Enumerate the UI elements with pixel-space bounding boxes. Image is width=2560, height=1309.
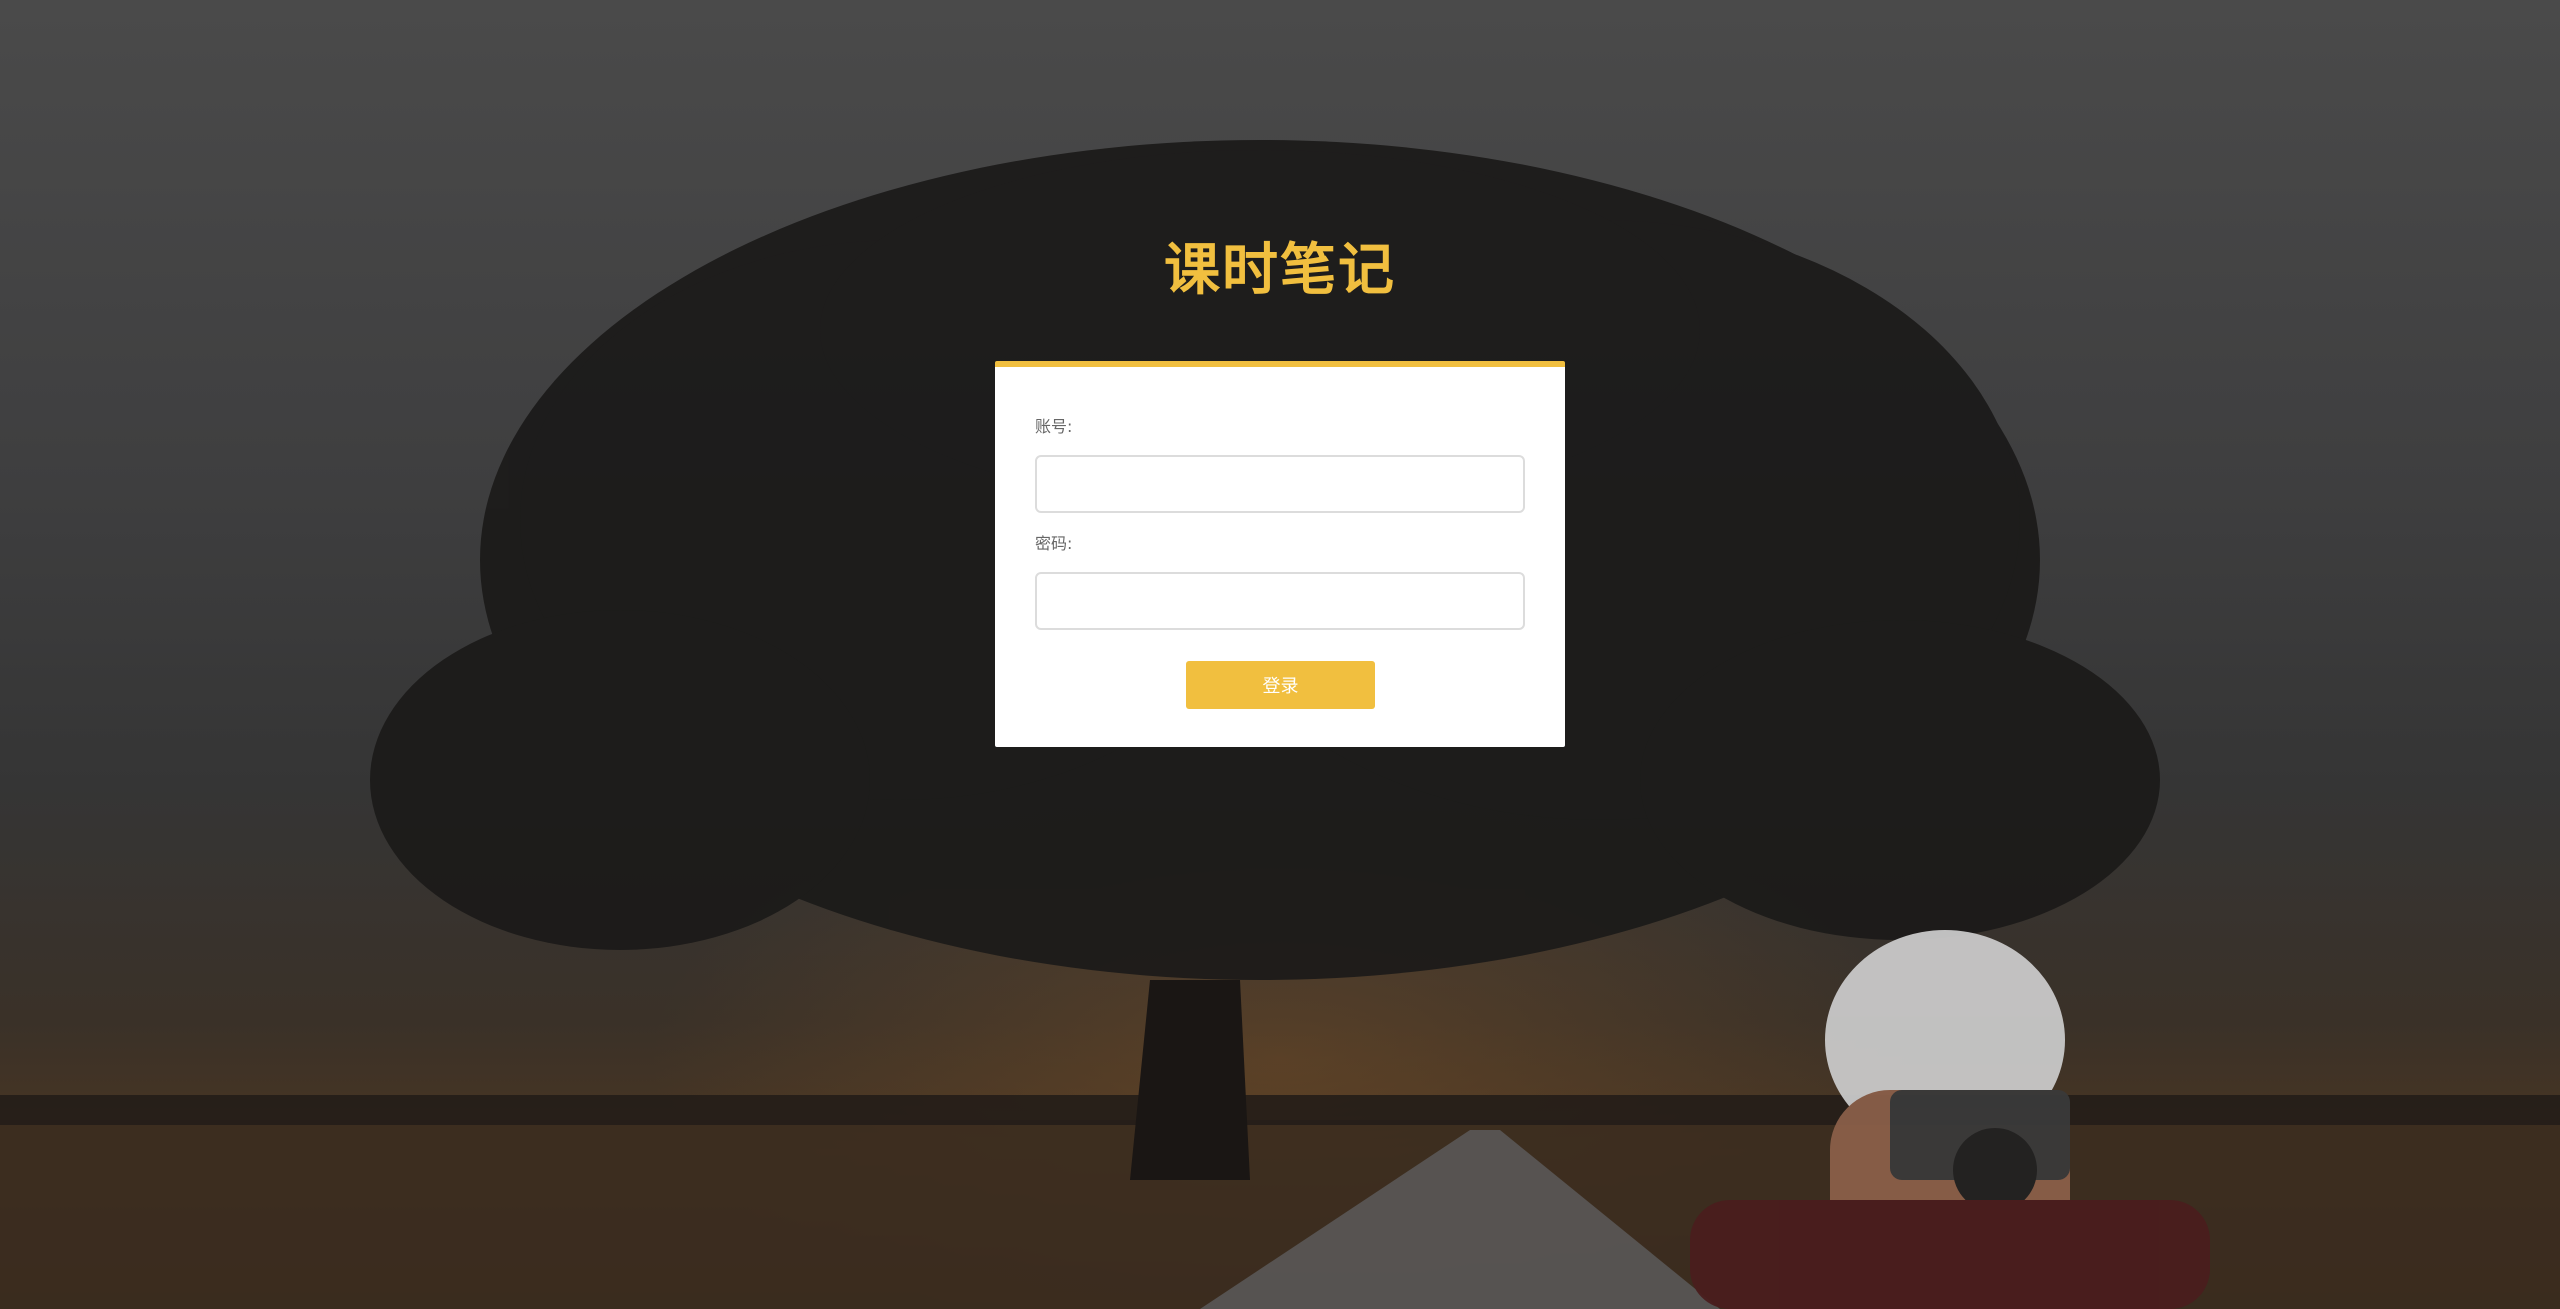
app-title: 课时笔记 [1164, 238, 1396, 303]
account-label: 账号: [1035, 417, 1073, 436]
password-input[interactable] [1035, 572, 1525, 630]
account-input[interactable] [1035, 455, 1525, 513]
login-card: 账号: 密码: 登录 [995, 361, 1565, 747]
login-button[interactable]: 登录 [1186, 661, 1375, 709]
password-label: 密码: [1035, 534, 1073, 553]
